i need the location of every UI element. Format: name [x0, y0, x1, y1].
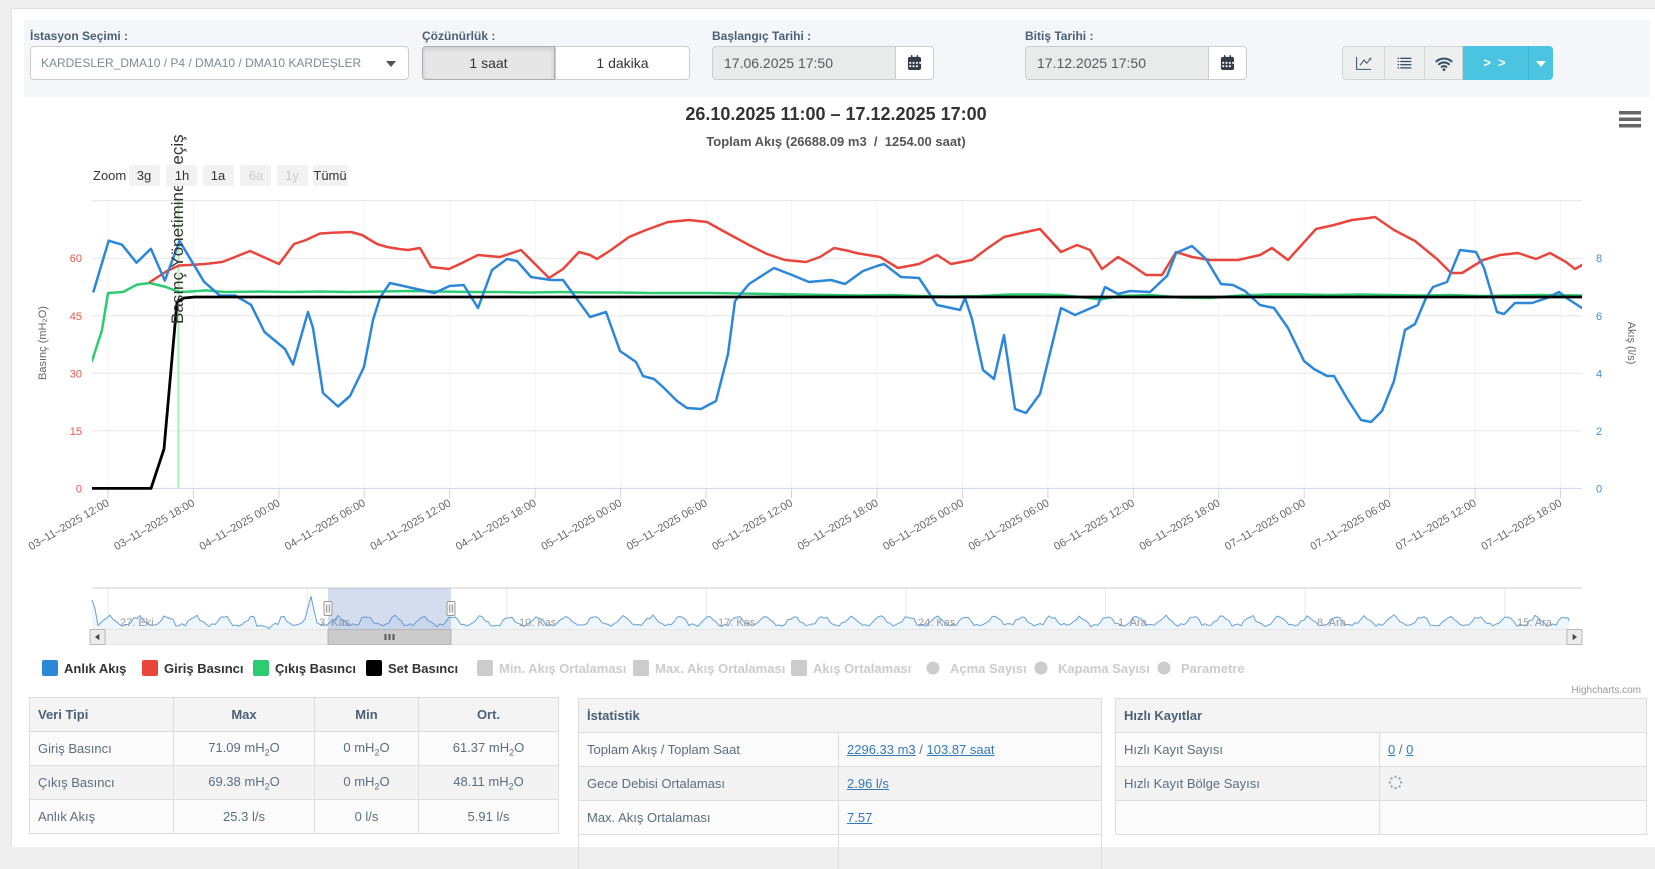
- svg-text:Tümü: Tümü: [313, 168, 346, 183]
- svg-text:06–11–2025 12:00: 06–11–2025 12:00: [1052, 497, 1137, 553]
- svg-text:1h: 1h: [175, 168, 189, 183]
- svg-text:Kapama Sayısı: Kapama Sayısı: [1058, 661, 1150, 676]
- svg-text:2: 2: [1596, 426, 1602, 438]
- svg-text:03–11–2025 18:00: 03–11–2025 18:00: [112, 497, 197, 553]
- svg-text:Çıkış Basıncı: Çıkış Basıncı: [275, 661, 356, 676]
- svg-text:0: 0: [76, 483, 82, 495]
- svg-text:05–11–2025 06:00: 05–11–2025 06:00: [625, 497, 710, 553]
- svg-text:Basınç (mH₂O): Basınç (mH₂O): [37, 306, 49, 380]
- svg-text:Highcharts.com: Highcharts.com: [1572, 685, 1641, 696]
- svg-text:24. Kas: 24. Kas: [918, 617, 956, 629]
- svg-text:26.10.2025 11:00 – 17.12.2025: 26.10.2025 11:00 – 17.12.2025 17:00: [685, 104, 986, 124]
- svg-text:Anlık Akış: Anlık Akış: [64, 661, 126, 676]
- svg-text:06–11–2025 06:00: 06–11–2025 06:00: [967, 497, 1052, 553]
- svg-text:Zoom: Zoom: [93, 168, 126, 183]
- svg-text:07–11–2025 18:00: 07–11–2025 18:00: [1479, 497, 1564, 553]
- svg-text:6: 6: [1596, 311, 1602, 323]
- svg-text:04–11–2025 18:00: 04–11–2025 18:00: [454, 497, 539, 553]
- svg-text:04–11–2025 12:00: 04–11–2025 12:00: [368, 497, 453, 553]
- svg-text:15: 15: [70, 426, 82, 438]
- svg-text:06–11–2025 00:00: 06–11–2025 00:00: [881, 497, 966, 553]
- svg-text:27. Eki: 27. Eki: [120, 617, 154, 629]
- svg-text:06–11–2025 18:00: 06–11–2025 18:00: [1138, 497, 1223, 553]
- svg-text:1y: 1y: [285, 168, 299, 183]
- svg-text:1a: 1a: [211, 168, 226, 183]
- svg-text:8: 8: [1596, 253, 1602, 265]
- svg-text:0: 0: [1596, 483, 1602, 495]
- svg-text:30: 30: [70, 368, 82, 380]
- svg-text:17. Kas: 17. Kas: [718, 617, 756, 629]
- svg-text:07–11–2025 12:00: 07–11–2025 12:00: [1394, 497, 1479, 553]
- svg-text:05–11–2025 12:00: 05–11–2025 12:00: [710, 497, 795, 553]
- svg-text:10. Kas: 10. Kas: [519, 617, 557, 629]
- svg-text:60: 60: [70, 253, 82, 265]
- svg-text:15. Ara: 15. Ara: [1517, 617, 1553, 629]
- svg-text:4: 4: [1596, 368, 1602, 380]
- svg-text:04–11–2025 00:00: 04–11–2025 00:00: [198, 497, 283, 553]
- svg-text:Min. Akış Ortalaması: Min. Akış Ortalaması: [499, 661, 626, 676]
- svg-text:Toplam Akış (26688.09 m3 / 1: Toplam Akış (26688.09 m3 / 1254.00 saat): [706, 134, 965, 149]
- svg-text:8. Ara: 8. Ara: [1317, 617, 1347, 629]
- svg-text:Parametre: Parametre: [1181, 661, 1245, 676]
- svg-text:Set Basıncı: Set Basıncı: [388, 661, 458, 676]
- svg-text:45: 45: [70, 311, 82, 323]
- svg-text:Max. Akış Ortalaması: Max. Akış Ortalaması: [655, 661, 785, 676]
- svg-text:Akış Ortalaması: Akış Ortalaması: [813, 661, 911, 676]
- svg-text:Akış (l/s): Akış (l/s): [1625, 322, 1637, 365]
- svg-text:05–11–2025 18:00: 05–11–2025 18:00: [796, 497, 881, 553]
- svg-text:Basınç Yönetimine Geçiş: Basınç Yönetimine Geçiş: [168, 134, 187, 324]
- svg-text:Giriş Basıncı: Giriş Basıncı: [164, 661, 243, 676]
- svg-text:3g: 3g: [137, 168, 151, 183]
- svg-text:07–11–2025 00:00: 07–11–2025 00:00: [1223, 497, 1308, 553]
- svg-text:07–11–2025 06:00: 07–11–2025 06:00: [1308, 497, 1393, 553]
- svg-text:04–11–2025 06:00: 04–11–2025 06:00: [283, 497, 368, 553]
- svg-text:1. Ara: 1. Ara: [1118, 617, 1148, 629]
- svg-text:6a: 6a: [249, 168, 264, 183]
- svg-text:Açma Sayısı: Açma Sayısı: [950, 661, 1027, 676]
- svg-text:05–11–2025 00:00: 05–11–2025 00:00: [539, 497, 624, 553]
- svg-text:03–11–2025 12:00: 03–11–2025 12:00: [27, 497, 112, 553]
